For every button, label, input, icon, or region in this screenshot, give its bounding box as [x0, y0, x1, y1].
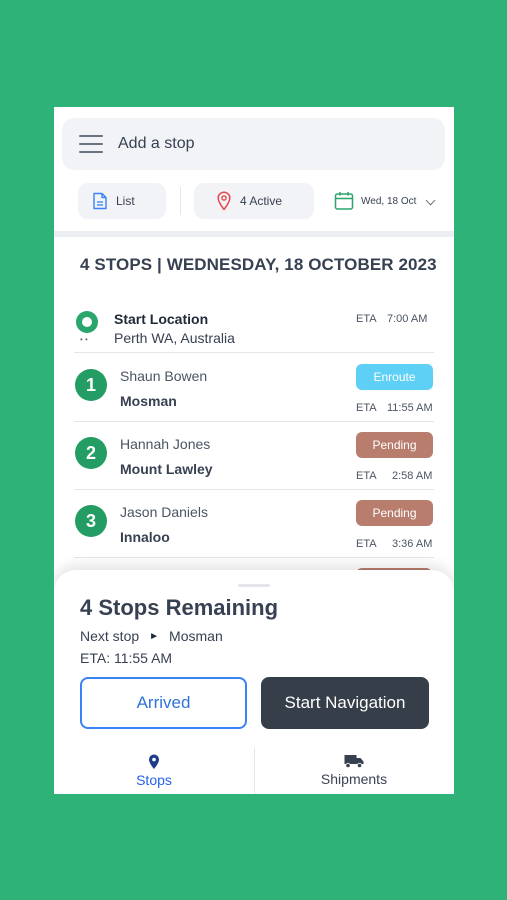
stop-row[interactable]: 2 Hannah Jones Mount Lawley Pending ETA …: [74, 422, 434, 490]
start-navigation-button[interactable]: Start Navigation: [261, 677, 429, 729]
stop-row[interactable]: 3 Jason Daniels Innaloo Pending ETA 3:36…: [74, 490, 434, 558]
next-stop-row: Next stop ► Mosman: [80, 628, 223, 644]
tab-shipments[interactable]: Shipments: [254, 746, 454, 794]
stop-contact-name: Shaun Bowen: [120, 368, 208, 384]
active-label: 4 Active: [240, 194, 283, 208]
play-arrow-icon: ►: [149, 630, 160, 642]
menu-icon[interactable]: [79, 135, 103, 153]
app-screen: Add a stop List 4 Active Wed, 18 Oct 4 S…: [54, 107, 454, 794]
sheet-drag-handle[interactable]: [238, 584, 270, 587]
stop-contact-name: Hannah Jones: [120, 436, 211, 452]
next-stop-value: Mosman: [169, 628, 223, 644]
stop-number: 1: [75, 369, 107, 401]
add-stop-bar[interactable]: Add a stop: [62, 118, 445, 170]
tab-shipments-label: Shipments: [320, 771, 388, 787]
stop-suburb: Mount Lawley: [120, 461, 213, 477]
start-location-address: Perth WA, Australia: [114, 330, 235, 346]
day-title: 4 STOPS | WEDNESDAY, 18 OCTOBER 2023: [80, 255, 437, 274]
tab-stops-label: Stops: [136, 772, 172, 788]
stop-number: 2: [75, 437, 107, 469]
date-label: Wed, 18 Oct: [361, 195, 417, 207]
eta-label: ETA: [356, 402, 377, 414]
list-view-button[interactable]: List: [78, 183, 166, 219]
map-pin-icon: [217, 191, 231, 211]
next-stop-eta: ETA: 11:55 AM: [80, 650, 173, 666]
stop-suburb: Innaloo: [120, 529, 170, 545]
eta-time: 3:36 AM: [392, 538, 433, 550]
date-picker-button[interactable]: Wed, 18 Oct: [326, 183, 446, 219]
stop-contact-name: Jason Daniels: [120, 504, 208, 520]
tab-stops[interactable]: Stops: [54, 746, 254, 794]
eta-label: ETA: [356, 313, 377, 325]
stop-row[interactable]: 1 Shaun Bowen Mosman Enroute ETA 11:55 A…: [74, 354, 434, 422]
stop-suburb: Mosman: [120, 393, 177, 409]
arrived-button[interactable]: Arrived: [80, 677, 247, 729]
map-pin-icon: [149, 754, 159, 769]
eta-time: 7:00 AM: [387, 313, 428, 325]
list-label: List: [116, 194, 135, 208]
status-badge: Enroute: [356, 364, 433, 390]
section-separator: [54, 231, 454, 237]
bottom-sheet: 4 Stops Remaining Next stop ► Mosman ETA…: [54, 570, 454, 794]
add-stop-input[interactable]: Add a stop: [118, 135, 195, 153]
start-location-icon: [76, 311, 98, 333]
document-icon: [93, 192, 107, 210]
start-location-row[interactable]: • • Start Location Perth WA, Australia E…: [74, 303, 434, 353]
start-location-title: Start Location: [114, 311, 209, 327]
stop-number: 3: [75, 505, 107, 537]
chevron-down-icon: [425, 195, 436, 206]
eta-label: ETA: [356, 538, 377, 550]
start-location-sub: • •: [80, 335, 88, 344]
status-badge: Pending: [356, 500, 433, 526]
status-badge: Pending: [356, 432, 433, 458]
calendar-icon: [334, 192, 354, 210]
stops-remaining-title: 4 Stops Remaining: [80, 595, 279, 620]
filter-divider: [180, 187, 181, 215]
active-stops-button[interactable]: 4 Active: [194, 183, 314, 219]
truck-icon: [344, 755, 364, 769]
bottom-tab-bar: Stops Shipments: [54, 746, 454, 794]
eta-time: 2:58 AM: [392, 470, 433, 482]
eta-label: ETA: [356, 470, 377, 482]
filter-row: List 4 Active Wed, 18 Oct: [54, 179, 454, 223]
next-stop-label: Next stop: [80, 628, 140, 644]
eta-time: 11:55 AM: [387, 402, 433, 414]
